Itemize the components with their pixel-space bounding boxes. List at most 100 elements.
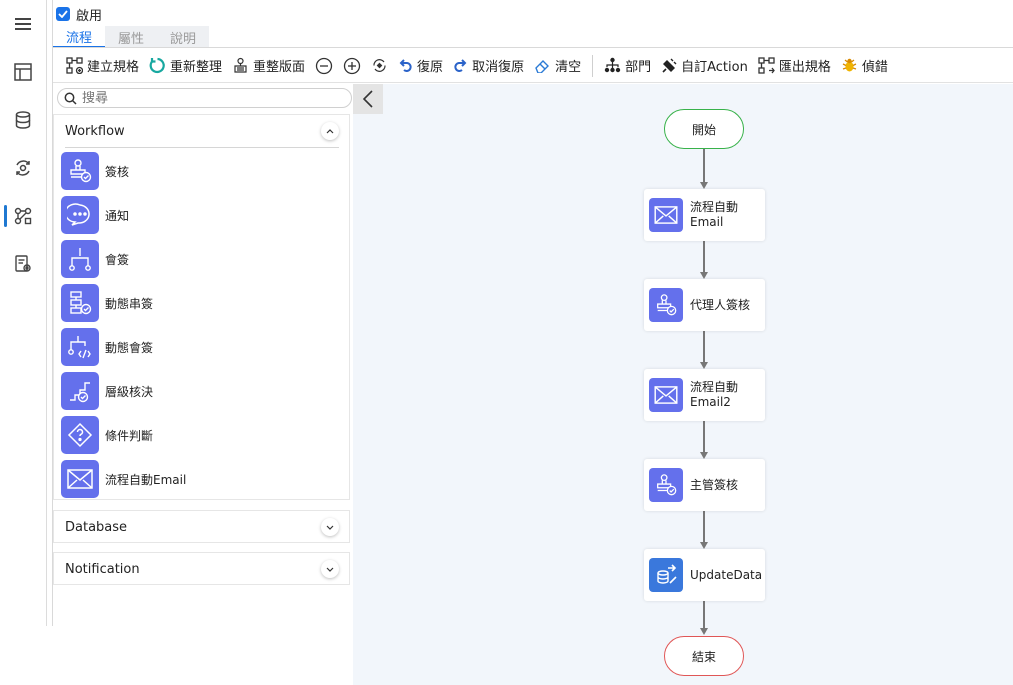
tool-label: 層級核決: [105, 384, 154, 399]
enable-toggle[interactable]: 啟用: [56, 5, 102, 24]
hamburger-menu-icon[interactable]: [11, 12, 35, 36]
bug-icon: [842, 58, 857, 72]
tool-palette: Workflow 簽核 通知: [53, 84, 352, 626]
section-workflow-header[interactable]: Workflow: [54, 115, 349, 147]
chevron-left-icon: [363, 90, 373, 108]
tab-description[interactable]: 說明: [157, 26, 209, 48]
eraser-icon: [535, 60, 550, 73]
section-database: Database: [53, 510, 350, 543]
branch-icon: [61, 240, 99, 278]
tab-flow[interactable]: 流程: [53, 26, 105, 48]
tab-properties[interactable]: 屬性: [105, 26, 157, 48]
start-node[interactable]: 開始: [664, 109, 744, 149]
node-label-line1: 代理人簽核: [690, 297, 751, 312]
rearrange-icon: [234, 57, 247, 73]
node-label-line1: 流程自動: [690, 380, 739, 394]
tool-label: 動態串簽: [105, 296, 154, 311]
flow-edge: [703, 510, 705, 542]
palette-search[interactable]: [57, 88, 352, 108]
chevron-down-icon[interactable]: [321, 560, 339, 578]
tool-dynamic-parallel[interactable]: 動態會簽: [61, 327, 153, 367]
stamp-check-icon: [61, 152, 99, 190]
search-icon: [64, 92, 77, 105]
arrow-head-icon: [700, 452, 708, 459]
end-node[interactable]: 結束: [664, 636, 744, 676]
tool-label: 動態會簽: [105, 340, 154, 355]
toolbar: 建立規格 重新整理 重整版面 復原 取消復原 清空 部門 自訂Action 匯出…: [53, 49, 1013, 83]
collapse-panel-button[interactable]: [353, 84, 383, 114]
sync-settings-icon[interactable]: [11, 156, 35, 180]
department-label: 部門: [625, 60, 652, 75]
fit-view-button[interactable]: [366, 51, 393, 81]
rearrange-button[interactable]: 重整版面: [227, 51, 310, 81]
build-spec-button[interactable]: 建立規格: [61, 51, 144, 81]
arrow-head-icon: [700, 272, 708, 279]
workflow-icon[interactable]: [11, 204, 35, 228]
tool-countersign[interactable]: 會簽: [61, 239, 129, 279]
arrow-head-icon: [700, 542, 708, 549]
tool-label: 簽核: [105, 164, 130, 179]
chevron-up-icon[interactable]: [321, 122, 339, 140]
flow-node-email2[interactable]: 流程自動 Email2: [644, 369, 765, 421]
tool-auto-email[interactable]: 流程自動Email: [61, 459, 186, 499]
arrow-head-icon: [700, 362, 708, 369]
build-spec-icon: [66, 57, 83, 74]
layout-icon[interactable]: [11, 60, 35, 84]
tool-notify[interactable]: 通知: [61, 195, 129, 235]
rearrange-label: 重整版面: [253, 60, 306, 75]
tool-level-approve[interactable]: 層級核決: [61, 371, 153, 411]
section-workflow-title: Workflow: [65, 123, 125, 139]
reorganize-button[interactable]: 重新整理: [144, 51, 227, 81]
debug-button[interactable]: 偵錯: [836, 51, 893, 81]
section-database-header[interactable]: Database: [54, 511, 349, 543]
flow-node-update-data[interactable]: UpdateData: [644, 549, 765, 601]
zoom-out-button[interactable]: [310, 51, 338, 81]
section-notification-header[interactable]: Notification: [54, 553, 349, 585]
flow-canvas[interactable]: 開始 流程自動 Email 代理人簽核 流程自動 Email2 主管簽核 Upd…: [353, 84, 1013, 685]
envelope-icon: [649, 198, 683, 232]
node-label-line2: Email2: [690, 395, 731, 409]
search-input[interactable]: [82, 90, 322, 106]
node-label-line1: UpdateData: [690, 567, 763, 582]
node-label-line1: 主管簽核: [690, 477, 739, 492]
zoom-out-icon: [315, 57, 333, 74]
end-node-label: 結束: [691, 649, 716, 664]
tool-condition[interactable]: 條件判斷: [61, 415, 153, 455]
tool-label: 會簽: [105, 252, 130, 267]
arrow-head-icon: [700, 628, 708, 635]
zoom-in-button[interactable]: [338, 51, 366, 81]
tool-approve[interactable]: 簽核: [61, 151, 129, 191]
flow-edge: [703, 149, 705, 182]
zoom-in-icon: [343, 57, 361, 74]
undo-label: 復原: [417, 60, 444, 75]
reorganize-label: 重新整理: [170, 60, 223, 75]
database-icon[interactable]: [11, 108, 35, 132]
section-workflow: Workflow 簽核 通知 會簽 動態串簽 動態會簽 層級核決 條件判斷 流程…: [53, 114, 350, 500]
export-spec-label: 匯出規格: [778, 60, 831, 75]
fit-view-icon: [373, 59, 386, 72]
export-spec-button[interactable]: 匯出規格: [753, 51, 836, 81]
diamond-question-icon: [61, 416, 99, 454]
flow-node-agent-approve[interactable]: 代理人簽核: [644, 279, 765, 331]
nav-rail: [0, 0, 47, 626]
tool-label: 通知: [105, 208, 130, 223]
department-button[interactable]: 部門: [599, 51, 656, 81]
report-settings-icon[interactable]: [11, 252, 35, 276]
tool-dynamic-serial[interactable]: 動態串簽: [61, 283, 153, 323]
enable-checkbox[interactable]: [56, 7, 70, 21]
clear-button[interactable]: 清空: [529, 51, 586, 81]
custom-action-button[interactable]: 自訂Action: [656, 51, 753, 81]
section-divider: [65, 147, 339, 148]
flow-edge: [703, 600, 705, 628]
flow-node-manager-approve[interactable]: 主管簽核: [644, 459, 765, 511]
redo-button[interactable]: 取消復原: [448, 51, 529, 81]
rail-active-indicator: [4, 205, 7, 227]
flow-node-email[interactable]: 流程自動 Email: [644, 189, 765, 241]
flow-edge: [703, 240, 705, 272]
chevron-down-icon[interactable]: [321, 518, 339, 536]
envelope-icon: [61, 460, 99, 498]
undo-button[interactable]: 復原: [393, 51, 448, 81]
redo-icon: [454, 59, 467, 72]
tool-label: 條件判斷: [105, 428, 154, 443]
stamp-check-icon: [649, 468, 683, 502]
